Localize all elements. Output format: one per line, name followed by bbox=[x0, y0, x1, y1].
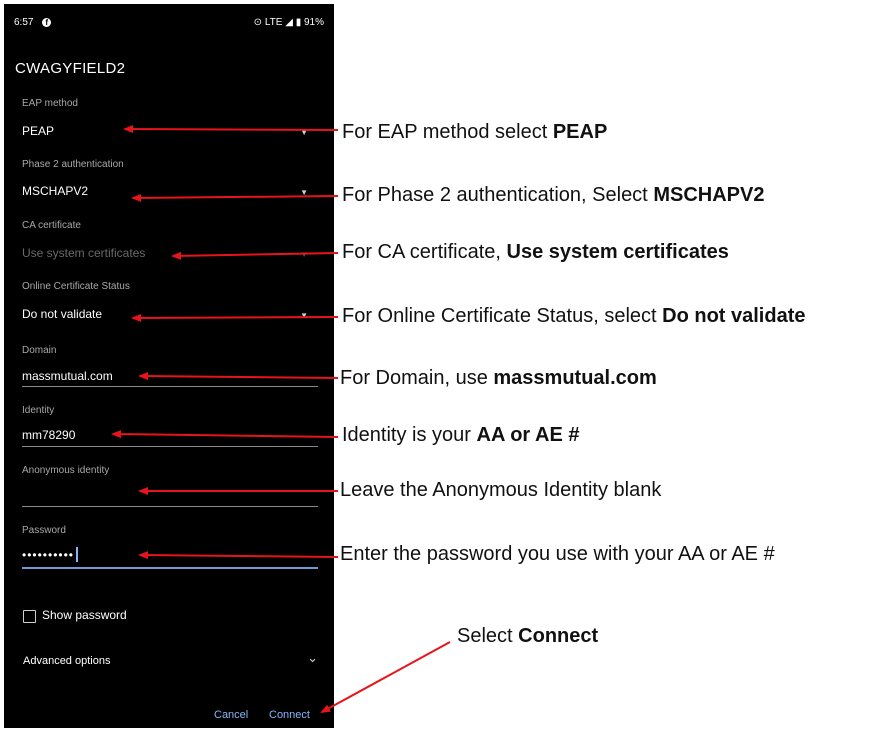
arrow-identity bbox=[111, 430, 339, 439]
annotation-connect: Select Connect bbox=[457, 625, 599, 647]
arrow-ocsp bbox=[131, 313, 339, 322]
arrow-domain bbox=[138, 372, 339, 381]
annotation-eap: For EAP method select PEAP bbox=[342, 121, 608, 143]
arrow-ca bbox=[171, 251, 339, 260]
arrow-connect bbox=[320, 641, 451, 713]
annotation-anon: Leave the Anonymous Identity blank bbox=[340, 479, 662, 501]
arrow-phase2 bbox=[131, 193, 339, 202]
annotation-arrows bbox=[111, 125, 451, 713]
annotation-ca: For CA certificate, Use system certifica… bbox=[342, 241, 729, 263]
annotation-password: Enter the password you use with your AA … bbox=[340, 543, 775, 565]
arrow-password bbox=[138, 551, 339, 560]
annotation-identity: Identity is your AA or AE # bbox=[342, 424, 580, 446]
annotation-ocsp: For Online Certificate Status, select Do… bbox=[342, 305, 806, 327]
arrow-eap bbox=[123, 125, 339, 134]
annotation-phase2: For Phase 2 authentication, Select MSCHA… bbox=[342, 184, 765, 206]
annotation-domain: For Domain, use massmutual.com bbox=[340, 367, 657, 389]
